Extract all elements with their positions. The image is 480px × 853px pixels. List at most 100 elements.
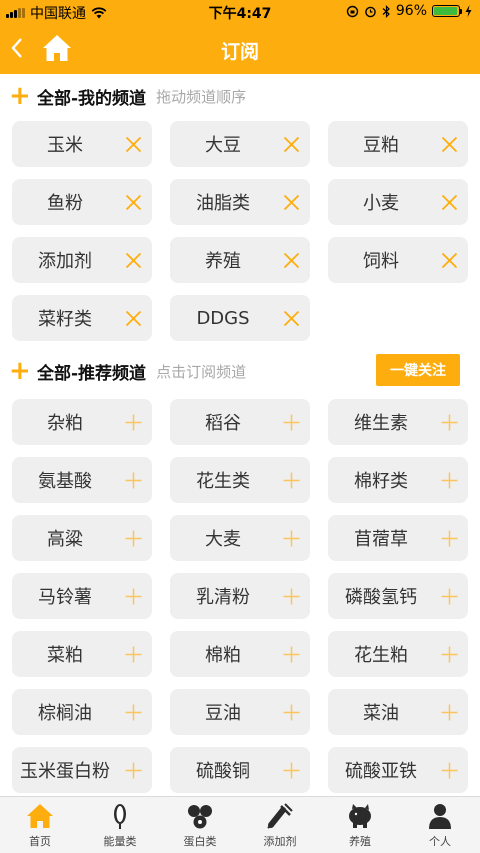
close-icon[interactable] — [283, 121, 300, 167]
close-icon[interactable] — [125, 121, 142, 167]
tab-additive[interactable]: 添加剂 — [240, 797, 320, 853]
plus-icon[interactable] — [283, 747, 300, 793]
recommended-channel-chip[interactable]: 硫酸铜 — [170, 747, 310, 793]
close-icon[interactable] — [283, 295, 300, 341]
recommended-channel-chip[interactable]: 硫酸亚铁 — [328, 747, 468, 793]
recommended-channel-chip[interactable]: 杂粕 — [12, 399, 152, 445]
plus-icon[interactable] — [125, 573, 142, 619]
recommended-channel-chip[interactable]: 高粱 — [12, 515, 152, 561]
my-channel-chip[interactable]: 油脂类 — [170, 179, 310, 225]
tab-profile[interactable]: 个人 — [400, 797, 480, 853]
close-icon[interactable] — [283, 179, 300, 225]
plus-icon[interactable] — [441, 689, 458, 735]
recommended-channel-chip[interactable]: 玉米蛋白粉 — [12, 747, 152, 793]
recommended-channel-chip[interactable]: 苜蓿草 — [328, 515, 468, 561]
recommended-channel-chip[interactable]: 乳清粉 — [170, 573, 310, 619]
plus-icon[interactable] — [283, 573, 300, 619]
recommended-channel-chip[interactable]: 棉粕 — [170, 631, 310, 677]
plus-icon[interactable] — [283, 631, 300, 677]
recommended-channel-chip[interactable]: 花生粕 — [328, 631, 468, 677]
my-channel-chip[interactable]: 玉米 — [12, 121, 152, 167]
plus-icon[interactable] — [441, 399, 458, 445]
plus-icon[interactable] — [441, 631, 458, 677]
my-channel-chip[interactable]: 小麦 — [328, 179, 468, 225]
channel-label: 菜粕 — [47, 645, 83, 666]
recommended-hint: 点击订阅频道 — [156, 362, 247, 381]
recommended-header: + 全部-推荐频道 点击订阅频道 一键关注 — [0, 351, 480, 391]
plus-icon[interactable] — [125, 689, 142, 735]
close-icon[interactable] — [441, 121, 458, 167]
my-channel-chip[interactable]: 豆粕 — [328, 121, 468, 167]
channel-label: 棕榈油 — [38, 703, 92, 724]
channel-label: DDGS — [196, 307, 250, 329]
channel-label: 氨基酸 — [38, 471, 92, 492]
recommended-channel-chip[interactable]: 豆油 — [170, 689, 310, 735]
plus-icon[interactable] — [125, 515, 142, 561]
my-channel-chip[interactable]: 菜籽类 — [12, 295, 152, 341]
channel-label: 苜蓿草 — [354, 529, 408, 550]
my-channel-chip[interactable]: 养殖 — [170, 237, 310, 283]
my-channel-chip[interactable]: 大豆 — [170, 121, 310, 167]
beans-icon — [185, 802, 215, 830]
channel-label: 高粱 — [47, 529, 83, 550]
my-channel-chip[interactable]: 饲料 — [328, 237, 468, 283]
plus-icon[interactable] — [283, 399, 300, 445]
tab-home[interactable]: 首页 — [0, 797, 80, 853]
channel-label: 鱼粉 — [47, 193, 83, 214]
channel-label: 磷酸氢钙 — [345, 587, 417, 608]
recommended-channel-chip[interactable]: 马铃薯 — [12, 573, 152, 619]
channel-label: 杂粕 — [47, 413, 83, 434]
status-bar: 中国联通 下午4:47 96% — [0, 0, 480, 24]
plus-icon[interactable] — [125, 747, 142, 793]
recommended-channel-chip[interactable]: 稻谷 — [170, 399, 310, 445]
recommended-channel-chip[interactable]: 磷酸氢钙 — [328, 573, 468, 619]
tab-label: 个人 — [429, 835, 451, 848]
plus-icon[interactable] — [125, 399, 142, 445]
my-channels-hint: 拖动频道顺序 — [156, 87, 247, 106]
close-icon[interactable] — [283, 237, 300, 283]
recommended-channel-chip[interactable]: 花生类 — [170, 457, 310, 503]
close-icon[interactable] — [441, 237, 458, 283]
plus-icon[interactable] — [283, 689, 300, 735]
recommended-channel-chip[interactable]: 菜粕 — [12, 631, 152, 677]
tab-label: 养殖 — [349, 835, 371, 848]
page-title: 订阅 — [220, 41, 259, 63]
tab-breeding[interactable]: 养殖 — [320, 797, 400, 853]
close-icon[interactable] — [125, 237, 142, 283]
tab-label: 添加剂 — [263, 835, 297, 848]
close-icon[interactable] — [125, 179, 142, 225]
plus-icon[interactable] — [441, 747, 458, 793]
close-icon[interactable] — [441, 179, 458, 225]
my-channels-grid: 玉米 大豆 豆粕鱼粉 油脂类 小麦添加剂 养殖 饲料菜籽类 DDGS — [12, 121, 468, 341]
plus-icon[interactable] — [125, 457, 142, 503]
recommended-channel-chip[interactable]: 氨基酸 — [12, 457, 152, 503]
channel-label: 玉米 — [47, 135, 83, 156]
tab-protein[interactable]: 蛋白类 — [160, 797, 240, 853]
plus-icon[interactable] — [441, 515, 458, 561]
recommended-channel-chip[interactable]: 棉籽类 — [328, 457, 468, 503]
recommended-channel-chip[interactable]: 维生素 — [328, 399, 468, 445]
my-channels-title: 全部-我的频道 — [37, 88, 147, 109]
my-channel-chip[interactable]: DDGS — [170, 295, 310, 341]
subscribe-all-button[interactable]: 一键关注 — [376, 354, 460, 386]
plus-icon[interactable] — [125, 631, 142, 677]
channel-label: 乳清粉 — [196, 587, 250, 608]
plus-icon[interactable] — [441, 457, 458, 503]
recommended-channel-chip[interactable]: 菜油 — [328, 689, 468, 735]
my-channel-chip[interactable]: 添加剂 — [12, 237, 152, 283]
channel-label: 花生粕 — [354, 645, 408, 666]
plus-icon[interactable] — [283, 457, 300, 503]
tab-label: 蛋白类 — [183, 835, 217, 848]
plus-icon[interactable] — [441, 573, 458, 619]
recommended-channel-chip[interactable]: 大麦 — [170, 515, 310, 561]
tab-energy[interactable]: 能量类 — [80, 797, 160, 853]
my-channels-header: + 全部-我的频道 拖动频道顺序 — [0, 76, 480, 116]
alarm-icon — [365, 6, 376, 17]
my-channel-chip[interactable]: 鱼粉 — [12, 179, 152, 225]
plus-icon[interactable] — [283, 515, 300, 561]
corn-icon — [105, 802, 135, 830]
plus-icon: + — [9, 81, 31, 111]
channel-label: 维生素 — [354, 413, 408, 434]
close-icon[interactable] — [125, 295, 142, 341]
recommended-channel-chip[interactable]: 棕榈油 — [12, 689, 152, 735]
